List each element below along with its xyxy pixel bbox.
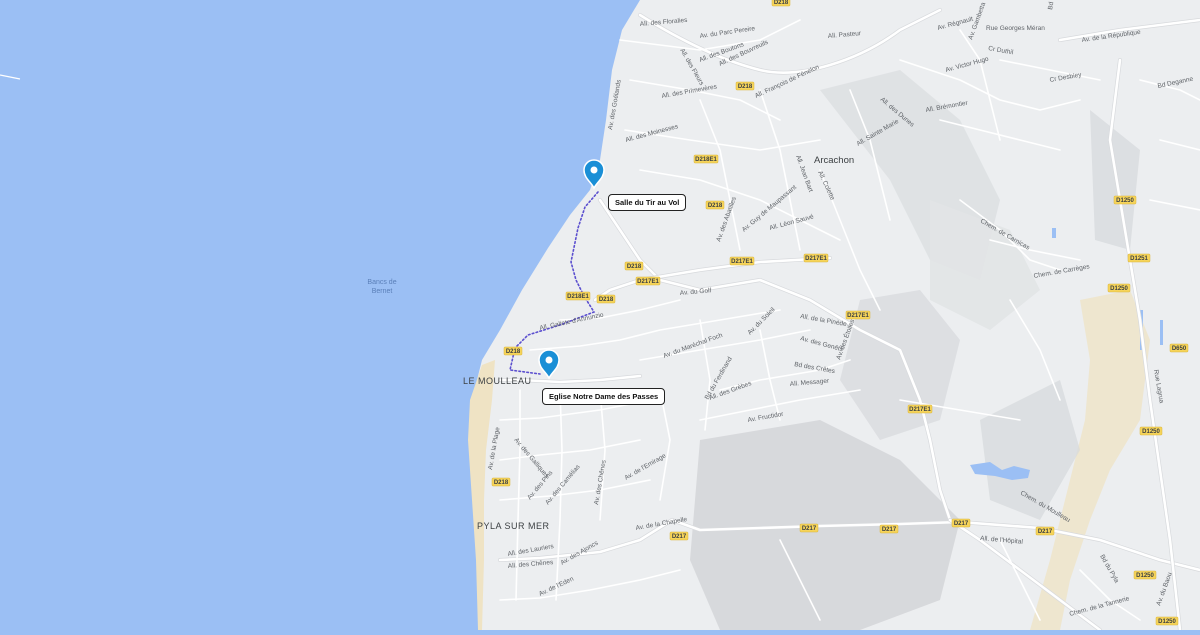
- road-shield: D218E1: [693, 154, 719, 164]
- road-shield: D218: [491, 477, 511, 487]
- street-label: Rue Georges Méran: [986, 25, 1045, 32]
- svg-text:D218E1: D218E1: [695, 157, 717, 163]
- svg-text:D217: D217: [802, 526, 817, 532]
- place-label-pyla-sur-mer: PYLA SUR MER: [477, 521, 550, 531]
- road-shield: D217: [1035, 526, 1055, 536]
- road-shield: D218E1: [565, 291, 591, 301]
- svg-text:D218: D218: [627, 264, 642, 270]
- svg-text:D218E1: D218E1: [567, 294, 589, 300]
- svg-text:D1251: D1251: [1130, 256, 1148, 262]
- road-shield: D217: [799, 523, 819, 533]
- road-shield: D218: [596, 294, 616, 304]
- svg-text:D217E1: D217E1: [637, 279, 659, 285]
- svg-text:D217E1: D217E1: [731, 259, 753, 265]
- svg-text:D1250: D1250: [1110, 286, 1128, 292]
- svg-text:D217: D217: [882, 527, 897, 533]
- svg-text:D218: D218: [708, 203, 723, 209]
- road-shield: D217E1: [635, 276, 661, 286]
- marker-callout-eglise-notre-dame[interactable]: Eglise Notre Dame des Passes: [542, 388, 666, 405]
- road-shield: D217: [669, 531, 689, 541]
- map-canvas[interactable]: Av. du Parc Pereire All. des Floralies A…: [0, 0, 1200, 632]
- road-shield: D218: [624, 261, 644, 271]
- svg-text:D218: D218: [774, 0, 789, 6]
- svg-text:D217: D217: [1038, 529, 1053, 535]
- svg-text:D1250: D1250: [1142, 429, 1160, 435]
- place-label-le-moulleau: LE MOULLEAU: [463, 376, 532, 386]
- road-shield: D217E1: [803, 253, 829, 263]
- svg-text:D217E1: D217E1: [805, 256, 827, 262]
- road-shield: D1250: [1113, 195, 1137, 205]
- svg-text:D218: D218: [506, 349, 521, 355]
- road-shield: D217E1: [729, 256, 755, 266]
- road-shield: D1250: [1107, 283, 1131, 293]
- map-svg[interactable]: Av. du Parc Pereire All. des Floralies A…: [0, 0, 1200, 632]
- road-shield: D217: [951, 518, 971, 528]
- road-shield: D650: [1169, 343, 1189, 353]
- place-label-arcachon: Arcachon: [814, 155, 854, 166]
- road-shield: D1250: [1155, 616, 1179, 626]
- road-shield: D217E1: [845, 310, 871, 320]
- svg-text:D217: D217: [672, 534, 687, 540]
- svg-text:D218: D218: [599, 297, 614, 303]
- svg-text:D1250: D1250: [1116, 198, 1134, 204]
- marker-label: Salle du Tir au Vol: [615, 198, 680, 207]
- road-shield: D218: [735, 81, 755, 91]
- svg-text:D1250: D1250: [1136, 573, 1154, 579]
- road-shield: D217: [879, 524, 899, 534]
- road-shield: D217E1: [907, 404, 933, 414]
- water-label-line-2: Bernet: [372, 288, 393, 295]
- road-shield: D218: [503, 346, 523, 356]
- svg-text:D217E1: D217E1: [909, 407, 931, 413]
- road-shield: D1250: [1139, 426, 1163, 436]
- svg-text:D218: D218: [494, 480, 509, 486]
- road-shield: D1250: [1133, 570, 1157, 580]
- road-shield: D218: [705, 200, 725, 210]
- svg-text:D218: D218: [738, 84, 753, 90]
- svg-text:D217: D217: [954, 521, 969, 527]
- road-shield: D218: [771, 0, 791, 7]
- marker-callout-salle-du-tir-au-vol[interactable]: Salle du Tir au Vol: [608, 194, 687, 211]
- marker-label: Eglise Notre Dame des Passes: [549, 392, 659, 401]
- svg-text:D650: D650: [1172, 346, 1187, 352]
- water-label-line-1: Bancs de: [367, 279, 396, 286]
- svg-text:D217E1: D217E1: [847, 313, 869, 319]
- svg-text:D1250: D1250: [1158, 619, 1176, 625]
- road-shield: D1251: [1127, 253, 1151, 263]
